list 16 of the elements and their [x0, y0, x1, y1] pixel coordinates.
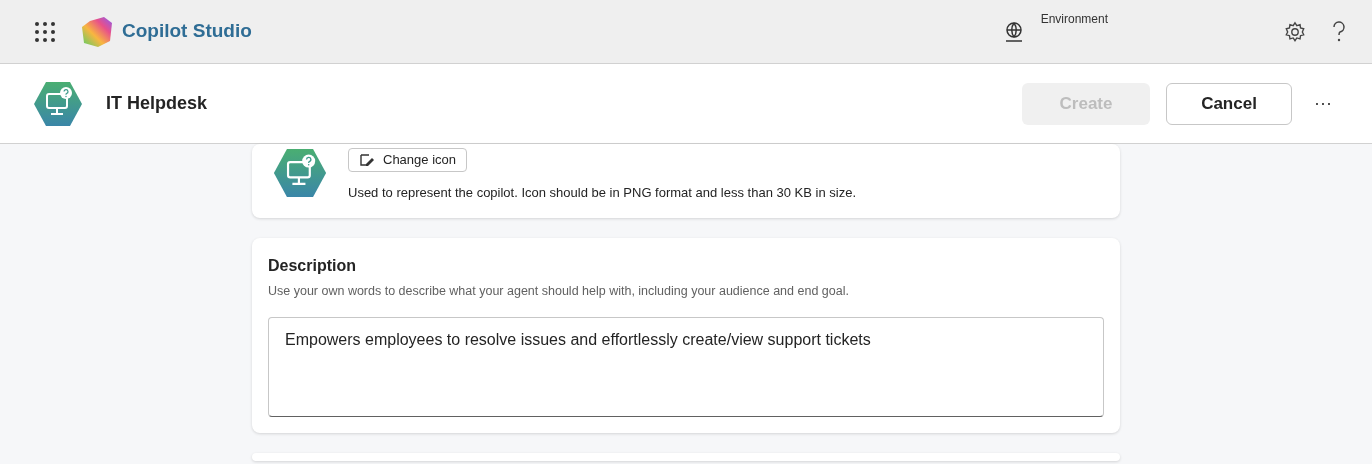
icon-hint-text: Used to represent the copilot. Icon should be in PNG format and less than 30 KB in size.: [348, 183, 856, 202]
description-field[interactable]: Empowers employees to resolve issues and effortlessly create/view support tickets: [268, 317, 1104, 417]
app-launcher-icon[interactable]: [34, 20, 56, 43]
helpdesk-agent-icon: [34, 80, 82, 127]
settings-icon[interactable]: [1284, 20, 1306, 43]
change-icon-button[interactable]: Change icon: [348, 148, 467, 172]
cancel-button[interactable]: Cancel: [1166, 82, 1292, 125]
description-hint-text: Use your own words to describe what your agent should help with, including your audience and end goal.: [268, 283, 850, 301]
page-title: IT Helpdesk: [106, 92, 208, 115]
environment-label: Environment: [1040, 11, 1108, 28]
more-options-button[interactable]: ···: [1308, 90, 1338, 117]
section-title: Description: [268, 256, 357, 277]
help-icon[interactable]: [1330, 19, 1348, 44]
edit-image-icon: [359, 151, 375, 168]
app-title: Copilot Studio: [122, 19, 252, 44]
logo-icon: [80, 14, 114, 49]
